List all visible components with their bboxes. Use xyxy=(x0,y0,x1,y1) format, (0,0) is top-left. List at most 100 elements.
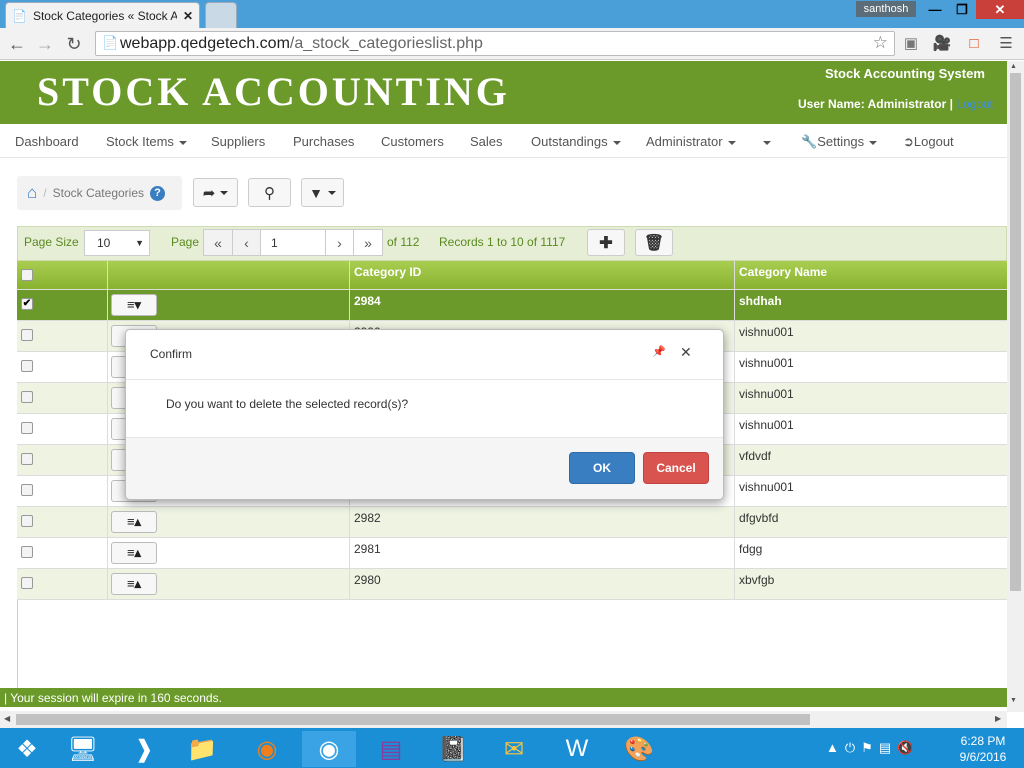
menu-outstandings[interactable]: Outstandings xyxy=(531,134,621,149)
menu-logout[interactable]: ➲Logout xyxy=(903,134,954,150)
add-record-button[interactable]: ✚ xyxy=(587,229,625,256)
search-button[interactable]: ⚲ xyxy=(248,178,291,207)
previous-page-button[interactable]: ‹ xyxy=(232,229,261,256)
windows-start-icon[interactable]: ❖ xyxy=(0,731,54,767)
next-page-button[interactable]: › xyxy=(325,229,354,256)
header-category-name[interactable]: Category Name xyxy=(735,261,1007,289)
browser-tab-active[interactable]: 📄 Stock Categories « Stock A ✕ xyxy=(5,2,200,28)
menu-unnamed-dropdown[interactable] xyxy=(758,134,771,149)
row-checkbox[interactable]: ✔ xyxy=(21,298,33,310)
last-page-button[interactable]: » xyxy=(353,229,383,256)
new-tab-button[interactable] xyxy=(205,2,237,28)
page-size-select[interactable]: 10 ▼ xyxy=(84,230,150,256)
caret-down-icon xyxy=(612,140,621,145)
taskbar-clock[interactable]: 6:28 PM 9/6/2016 xyxy=(950,733,1016,765)
cell-category-name: dfgvbfd xyxy=(739,511,779,525)
breadcrumb: ⌂ / Stock Categories ? xyxy=(17,176,182,210)
row-checkbox[interactable] xyxy=(21,329,33,341)
table-row[interactable]: ≡▴ 2981 fdgg xyxy=(17,538,1007,569)
chrome-icon[interactable]: ◉ xyxy=(302,731,356,767)
dialog-close-icon[interactable]: ✕ xyxy=(680,344,692,361)
home-icon[interactable]: ⌂ xyxy=(27,183,37,203)
table-row[interactable]: ≡▴ 2982 dfgvbfd xyxy=(17,507,1007,538)
ok-button[interactable]: OK xyxy=(569,452,635,484)
vertical-scroll-thumb[interactable] xyxy=(1010,73,1021,591)
paint-icon[interactable]: 🎨 xyxy=(612,731,666,767)
menu-purchases[interactable]: Purchases xyxy=(293,134,354,149)
firefox-icon[interactable]: ◉ xyxy=(240,731,294,767)
row-checkbox[interactable] xyxy=(21,453,33,465)
row-actions-menu-button[interactable]: ≡▴ xyxy=(111,573,157,595)
page-icon: 📄 xyxy=(102,35,119,50)
dropdown-arrow-icon: ▼ xyxy=(135,238,144,248)
flag-icon[interactable]: ⚑ xyxy=(861,740,873,756)
network-icon[interactable]: ▤ xyxy=(879,740,891,756)
filter-button[interactable]: ▼ xyxy=(301,178,344,207)
row-checkbox[interactable] xyxy=(21,391,33,403)
pin-icon[interactable]: 📌 xyxy=(652,345,666,358)
winrar-icon[interactable]: ▤ xyxy=(364,731,418,767)
row-actions-menu-button[interactable]: ≡▴ xyxy=(111,511,157,533)
table-row[interactable]: ≡▴ 2980 xbvfgb xyxy=(17,569,1007,600)
header-logout-link[interactable]: Logout xyxy=(956,97,993,111)
row-checkbox[interactable] xyxy=(21,577,33,589)
menu-sales[interactable]: Sales xyxy=(470,134,503,149)
extension-icon[interactable]: ▣ xyxy=(901,33,921,53)
menu-settings[interactable]: 🔧Settings xyxy=(801,134,878,150)
word-icon[interactable]: W xyxy=(550,731,604,767)
extension-camera-icon[interactable]: 🎥 xyxy=(932,33,952,53)
row-actions-menu-button[interactable]: ≡▾ xyxy=(111,294,157,316)
volume-muted-icon[interactable]: 🔇 xyxy=(897,740,913,756)
row-actions-menu-button[interactable]: ≡▴ xyxy=(111,542,157,564)
scroll-up-arrow-icon[interactable]: ▲ xyxy=(1010,63,1017,70)
forward-icon[interactable]: → xyxy=(34,33,56,55)
back-icon[interactable]: ← xyxy=(6,33,28,55)
notebook-icon[interactable]: 📓 xyxy=(426,731,480,767)
page-size-label: Page Size xyxy=(24,235,79,249)
close-window-icon[interactable]: ✕ xyxy=(976,0,1024,19)
reload-icon[interactable]: ↻ xyxy=(63,33,85,55)
cancel-button[interactable]: Cancel xyxy=(643,452,709,484)
row-checkbox[interactable] xyxy=(21,546,33,558)
scroll-down-arrow-icon[interactable]: ▼ xyxy=(1010,697,1017,704)
powershell-icon[interactable]: ❱ xyxy=(117,731,171,767)
row-checkbox[interactable] xyxy=(21,422,33,434)
minimize-icon[interactable]: — xyxy=(922,0,948,19)
page-count: of 112 xyxy=(387,235,420,249)
scroll-left-arrow-icon[interactable]: ◀ xyxy=(4,714,10,723)
help-icon[interactable]: ? xyxy=(150,185,166,201)
chrome-menu-icon[interactable]: ☰ xyxy=(996,33,1016,53)
row-checkbox[interactable] xyxy=(21,515,33,527)
user-badge: santhosh xyxy=(856,1,916,17)
table-row[interactable]: ✔ ≡▾ 2984 shdhah xyxy=(17,290,1007,321)
server-manager-icon[interactable]: 🖥 xyxy=(56,731,110,767)
close-tab-icon[interactable]: ✕ xyxy=(183,9,193,23)
cell-category-name: vishnu001 xyxy=(739,325,794,339)
menu-dashboard[interactable]: Dashboard xyxy=(15,134,79,149)
file-explorer-icon[interactable]: 📁 xyxy=(175,731,229,767)
menu-stock-items[interactable]: Stock Items xyxy=(106,134,187,149)
delete-button[interactable]: 🗑 xyxy=(635,229,673,256)
first-page-button[interactable]: « xyxy=(203,229,233,256)
header-category-id[interactable]: Category ID xyxy=(350,261,735,289)
bookmark-star-icon[interactable]: ☆ xyxy=(873,33,888,53)
row-checkbox[interactable] xyxy=(21,484,33,496)
signal-icon[interactable]: ▲ xyxy=(826,740,839,756)
security-icon[interactable]: ⏻ xyxy=(845,740,855,756)
url-input[interactable]: 📄 webapp.qedgetech.com/a_stock_categorie… xyxy=(95,31,895,56)
scroll-right-arrow-icon[interactable]: ▶ xyxy=(995,714,1001,723)
extension-office-icon[interactable]: □ xyxy=(964,33,984,53)
horizontal-scroll-thumb[interactable] xyxy=(16,714,810,725)
cell-category-name: shdhah xyxy=(739,294,782,308)
outlook-icon[interactable]: ✉ xyxy=(487,731,541,767)
page-number-input[interactable]: 1 xyxy=(260,229,326,256)
menu-suppliers[interactable]: Suppliers xyxy=(211,134,265,149)
cell-category-name: vishnu001 xyxy=(739,480,794,494)
export-button[interactable]: ➦ xyxy=(193,178,238,207)
menu-administrator[interactable]: Administrator xyxy=(646,134,736,149)
row-checkbox[interactable] xyxy=(21,360,33,372)
user-label: User Name: Administrator | xyxy=(798,97,953,111)
menu-customers[interactable]: Customers xyxy=(381,134,444,149)
restore-icon[interactable]: ❐ xyxy=(949,0,975,19)
select-all-checkbox[interactable] xyxy=(21,269,33,281)
